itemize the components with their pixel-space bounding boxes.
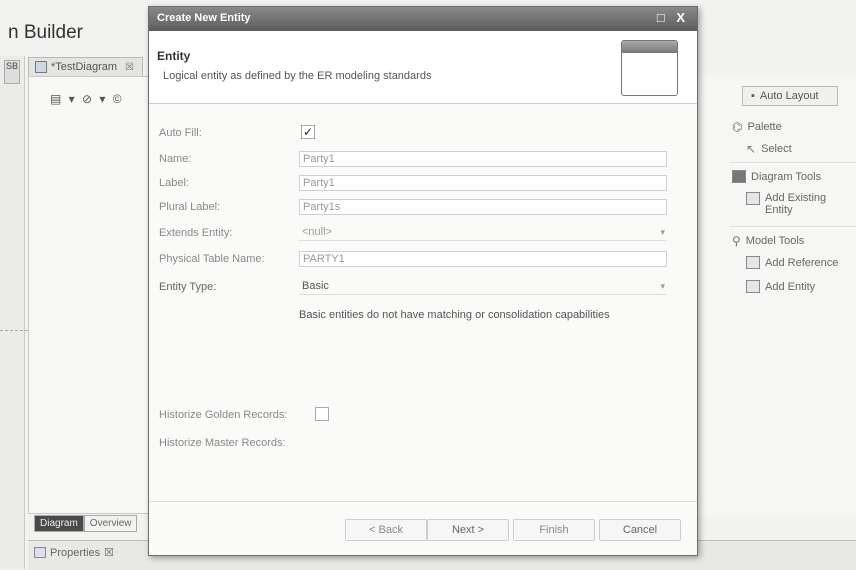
extends-entity-label: Extends Entity: — [159, 227, 233, 239]
entity-type-value: Basic — [302, 280, 329, 292]
close-icon[interactable]: ☒ — [125, 62, 134, 73]
entity-type-description: Basic entities do not have matching or c… — [299, 309, 610, 321]
tab-diagram[interactable]: Diagram — [34, 515, 84, 532]
palette-item-add-existing-entity[interactable]: Add Existing Entity — [746, 192, 826, 216]
label-field[interactable]: Party1 — [299, 175, 667, 191]
palette-item-add-entity[interactable]: Add Entity — [746, 280, 815, 293]
entity-icon — [746, 280, 760, 293]
left-side-strip: SB — [0, 56, 25, 569]
header-title: Entity — [157, 49, 191, 63]
drawer-model-tools[interactable]: ⚲ Model Tools — [732, 234, 804, 248]
add-existing-line1: Add Existing — [765, 192, 827, 204]
physical-table-name-label: Physical Table Name: — [159, 253, 265, 265]
window-icon-bar — [622, 41, 677, 53]
divider — [730, 226, 856, 227]
side-view-icon[interactable]: SB — [4, 60, 20, 84]
dialog-header: Entity Logical entity as defined by the … — [149, 31, 697, 104]
entity-icon — [746, 192, 760, 205]
model-tools-icon: ⚲ — [732, 234, 741, 248]
reference-icon — [746, 256, 760, 269]
finish-button[interactable]: Finish — [513, 519, 595, 541]
splitter-line — [0, 330, 28, 331]
close-icon[interactable]: ☒ — [104, 546, 114, 559]
label-label: Label: — [159, 177, 189, 189]
cancel-button[interactable]: Cancel — [599, 519, 681, 541]
extends-entity-value: <null> — [302, 226, 332, 238]
auto-fill-label: Auto Fill: — [159, 127, 202, 139]
diagram-icon — [35, 61, 47, 73]
dialog-titlebar[interactable]: Create New Entity □ X — [149, 7, 697, 31]
plural-label-label: Plural Label: — [159, 201, 221, 213]
auto-layout-button[interactable]: ▪ Auto Layout — [742, 86, 838, 106]
palette-icon: ⌬ — [732, 120, 743, 134]
plural-label-field[interactable]: Party1s — [299, 199, 667, 215]
editor-bottom-tabs: Diagram Overview — [34, 515, 138, 532]
diagram-canvas[interactable] — [28, 76, 160, 514]
add-existing-line2: Entity — [765, 204, 793, 216]
add-existing-entity-label: Add Existing Entity — [765, 192, 826, 216]
properties-icon — [34, 547, 46, 558]
palette-label: Palette — [747, 121, 782, 133]
name-label: Name: — [159, 153, 192, 165]
editor-tab-testdiagram[interactable]: *TestDiagram ☒ — [28, 57, 143, 76]
auto-layout-label: Auto Layout — [759, 90, 819, 102]
divider — [730, 162, 856, 163]
header-description: Logical entity as defined by the ER mode… — [163, 70, 432, 82]
historize-golden-label: Historize Golden Records: — [159, 409, 288, 421]
window-icon — [621, 40, 678, 96]
next-button[interactable]: Next > — [427, 519, 509, 541]
physical-table-name-field[interactable]: PARTY1 — [299, 251, 667, 267]
auto-fill-checkbox[interactable]: ✓ — [301, 125, 315, 139]
tab-properties[interactable]: Properties ☒ — [34, 546, 114, 559]
add-reference-label: Add Reference — [765, 256, 839, 269]
properties-tab-label: Properties — [50, 546, 101, 559]
back-button[interactable]: < Back — [345, 519, 427, 541]
entity-type-label: Entity Type: — [159, 281, 217, 293]
name-field[interactable]: Party1 — [299, 151, 667, 167]
historize-master-label: Historize Master Records: — [159, 437, 286, 449]
drawer-diagram-tools[interactable]: Diagram Tools — [732, 170, 821, 183]
extends-entity-select[interactable]: <null> ▾ — [299, 225, 667, 241]
dialog-title: Create New Entity — [157, 12, 251, 24]
footer-divider — [149, 501, 697, 502]
auto-layout-icon: ▪ — [751, 90, 755, 102]
tab-overview[interactable]: Overview — [83, 515, 138, 532]
chevron-down-icon: ▾ — [660, 281, 665, 291]
palette-item-select[interactable]: ↖ Select — [746, 142, 792, 156]
historize-golden-checkbox[interactable] — [315, 407, 329, 421]
model-tools-label: Model Tools — [745, 235, 805, 247]
select-label: Select — [761, 143, 792, 155]
create-entity-dialog: Create New Entity □ X Entity Logical ent… — [148, 6, 698, 556]
add-entity-label: Add Entity — [765, 280, 816, 293]
entity-type-select[interactable]: Basic ▾ — [299, 279, 667, 295]
chevron-down-icon: ▾ — [660, 227, 665, 237]
editor-toolbar[interactable]: ▤ ▾ ⊘ ▾ © — [50, 92, 124, 106]
diagram-tools-label: Diagram Tools — [751, 170, 822, 183]
window-controls[interactable]: □ X — [657, 10, 689, 25]
palette-header[interactable]: ⌬ Palette — [732, 120, 782, 134]
palette-item-add-reference[interactable]: Add Reference — [746, 256, 838, 269]
diagram-tools-icon — [732, 170, 746, 183]
editor-tab-label: *TestDiagram — [51, 61, 118, 73]
pointer-icon: ↖ — [746, 142, 757, 156]
app-title: n Builder — [8, 22, 83, 43]
